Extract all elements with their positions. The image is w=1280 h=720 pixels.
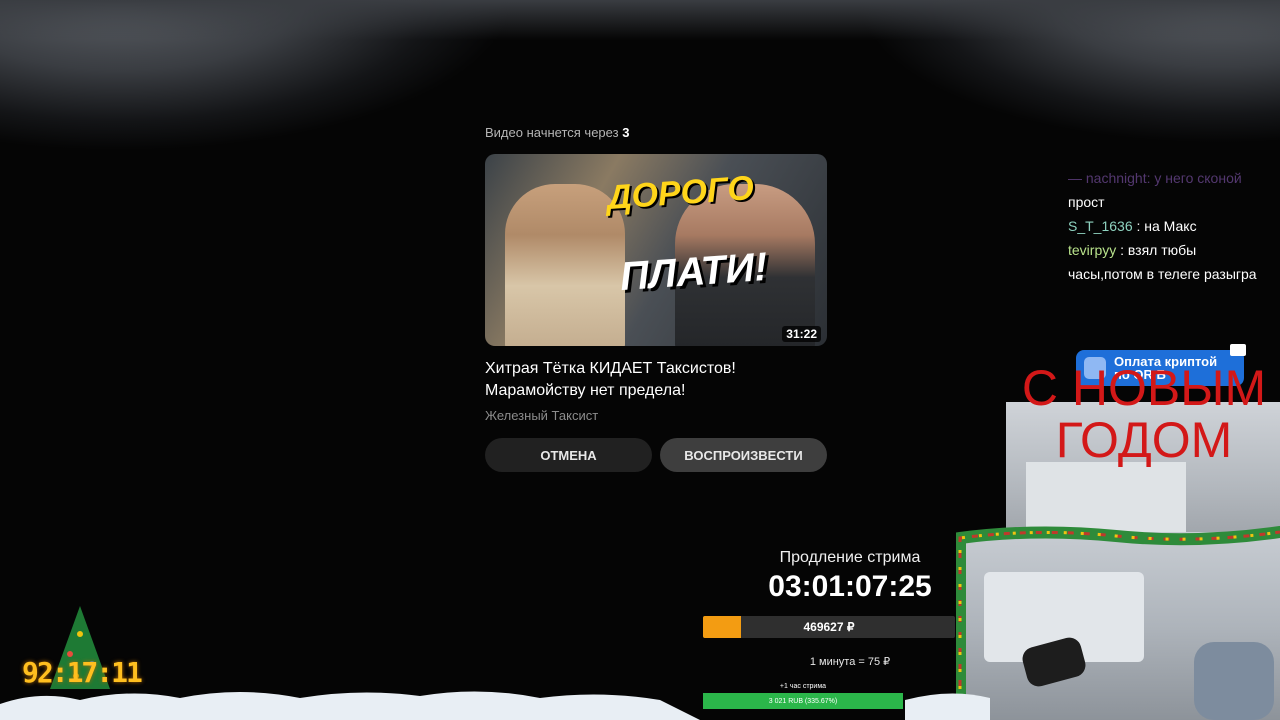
chat-message: часы,потом в телеге разыгра [1068, 266, 1257, 282]
extension-rate: 1 минута = 75 ₽ [809, 656, 891, 668]
chat-line: прост [1068, 190, 1280, 214]
chat-panel: — nachnight: у него сконой прост S_T_163… [1068, 166, 1280, 286]
play-button[interactable]: ВОСПРОИЗВЕСТИ [660, 438, 827, 472]
extension-title: Продление стрима [779, 549, 921, 566]
stream-clock: 92:17:11 [22, 656, 143, 689]
video-title[interactable]: Хитрая Тётка КИДАЕТ Таксистов! Марамойст… [485, 358, 825, 402]
channel-name[interactable]: Железный Таксист [485, 408, 598, 423]
new-year-line-2: ГОДОМ [1055, 412, 1233, 468]
extension-amount: 469627 ₽ [803, 620, 855, 634]
new-year-line-1: С НОВЫМ [1021, 360, 1267, 416]
chat-message: : на Макс [1136, 218, 1197, 234]
webcam-room-wall [1026, 462, 1186, 542]
chat-line-partial: — nachnight: у него сконой [1068, 170, 1242, 186]
extension-progress-bar: 469627 ₽ [703, 616, 955, 638]
snow-decoration [0, 691, 990, 720]
frost-decoration-top [0, 0, 1280, 40]
banner-badge-icon [1230, 344, 1246, 356]
chat-line: tevirpyy : взял тюбы [1068, 238, 1280, 262]
cancel-button[interactable]: ОТМЕНА [485, 438, 652, 472]
chat-username: S_T_1636 [1068, 218, 1133, 234]
countdown-value: 3 [622, 125, 630, 140]
chat-message: : взял тюбы [1120, 242, 1197, 258]
extension-timer: 03:01:07:25 [768, 570, 932, 603]
chat-message: прост [1068, 194, 1105, 210]
chat-line: часы,потом в телеге разыгра [1068, 262, 1280, 286]
autoplay-countdown: Видео начнется через 3 [485, 125, 629, 140]
chat-username: tevirpyy [1068, 242, 1117, 258]
countdown-text: Видео начнется через [485, 125, 619, 140]
video-thumbnail[interactable]: ДОРОГО ПЛАТИ! 31:22 [485, 154, 827, 346]
video-duration: 31:22 [782, 326, 821, 342]
chat-line: S_T_1636 : на Макс [1068, 214, 1280, 238]
new-year-overlay: С НОВЫМ ГОДОМ [1014, 362, 1274, 466]
